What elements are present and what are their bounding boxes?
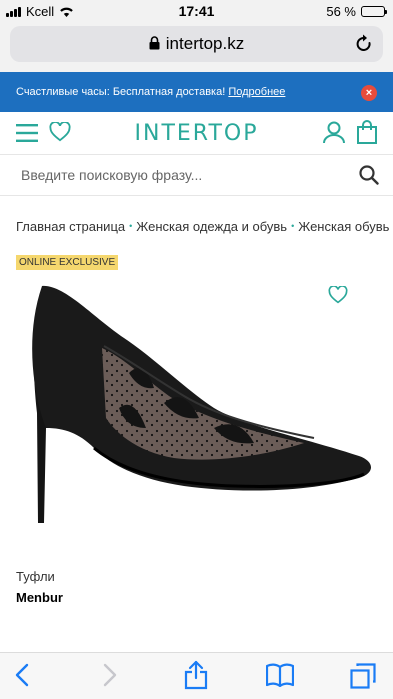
breadcrumb-women-clothing[interactable]: Женская одежда и обувь bbox=[136, 219, 287, 234]
breadcrumb: Главная страница • Женская одежда и обувь •… bbox=[16, 219, 393, 234]
product-type: Туфли bbox=[16, 569, 55, 584]
battery-icon bbox=[361, 6, 387, 17]
online-exclusive-badge: ONLINE EXCLUSIVE bbox=[16, 255, 119, 270]
product-brand[interactable]: Menbur bbox=[16, 590, 63, 605]
breadcrumb-home[interactable]: Главная страница bbox=[16, 219, 125, 234]
promo-text: Счастливые часы: Бесплатная доставка! bbox=[16, 86, 226, 98]
url-text: intertop.kz bbox=[165, 34, 245, 53]
reload-icon[interactable] bbox=[355, 34, 373, 54]
promo-close-button[interactable]: × bbox=[361, 85, 377, 101]
promo-message: Счастливые часы: Бесплатная доставка! По… bbox=[16, 86, 285, 98]
site-header: INTERTOP bbox=[0, 112, 393, 154]
product-image[interactable] bbox=[14, 278, 384, 528]
add-to-wishlist-icon[interactable] bbox=[328, 286, 348, 304]
browser-toolbar bbox=[0, 652, 393, 699]
browser-chrome: intertop.kz bbox=[0, 22, 393, 72]
breadcrumb-separator: • bbox=[291, 221, 295, 231]
bookmarks-icon[interactable] bbox=[266, 663, 294, 687]
share-icon[interactable] bbox=[184, 660, 208, 690]
status-bar: Kcell 17:41 56 % bbox=[0, 0, 393, 22]
battery-percent: 56 % bbox=[326, 4, 356, 19]
breadcrumb-women-shoes[interactable]: Женская обувь bbox=[298, 219, 389, 234]
search-icon[interactable] bbox=[359, 165, 379, 185]
forward-icon[interactable] bbox=[100, 663, 118, 687]
back-icon[interactable] bbox=[14, 663, 32, 687]
shopping-bag-icon[interactable] bbox=[357, 120, 377, 144]
search-input[interactable] bbox=[21, 167, 341, 183]
user-icon[interactable] bbox=[323, 121, 345, 144]
url-display[interactable]: intertop.kz bbox=[10, 34, 383, 54]
breadcrumb-separator: • bbox=[129, 221, 133, 231]
tabs-icon[interactable] bbox=[350, 663, 376, 689]
status-right: 56 % bbox=[326, 4, 387, 19]
address-bar[interactable]: intertop.kz bbox=[10, 26, 383, 62]
promo-banner: Счастливые часы: Бесплатная доставка! По… bbox=[0, 72, 393, 112]
promo-details-link[interactable]: Подробнее bbox=[228, 86, 285, 98]
lock-icon bbox=[149, 36, 160, 50]
search-bar bbox=[0, 154, 393, 196]
